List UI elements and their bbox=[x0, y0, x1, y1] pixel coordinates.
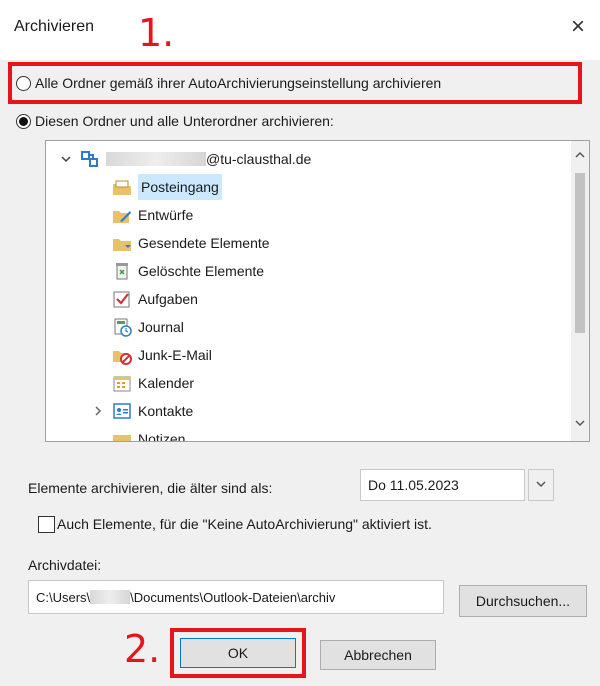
cancel-button-label: Abbrechen bbox=[344, 647, 412, 663]
tree-item-label: Gesendete Elemente bbox=[138, 235, 270, 251]
sent-folder-icon bbox=[112, 233, 132, 253]
title-bar: Archivieren 1. × bbox=[0, 0, 600, 60]
tree-scrollbar[interactable] bbox=[571, 141, 589, 441]
browse-button-label: Durchsuchen... bbox=[475, 593, 571, 609]
archive-file-label: Archivdatei: bbox=[28, 557, 102, 573]
radio-archive-this-folder[interactable]: Diesen Ordner und alle Unterordner archi… bbox=[16, 113, 334, 129]
step-2-annotation: 2. bbox=[124, 627, 161, 671]
step-1-annotation: 1. bbox=[138, 11, 175, 55]
tree-item[interactable]: Aufgaben bbox=[112, 286, 198, 312]
tree-item[interactable]: Kalender bbox=[112, 370, 194, 396]
tree-item-label: Entwürfe bbox=[138, 207, 194, 223]
scroll-down-icon[interactable] bbox=[572, 417, 588, 433]
folder-tree[interactable]: @tu-clausthal.de Posteingang Entwürfe Ge… bbox=[45, 140, 590, 442]
chevron-down-icon[interactable] bbox=[58, 153, 74, 165]
tree-item[interactable]: Junk-E-Mail bbox=[112, 342, 212, 368]
tree-item-label: Journal bbox=[138, 319, 184, 335]
scroll-up-icon[interactable] bbox=[572, 149, 588, 165]
tree-item-label: Kalender bbox=[138, 375, 195, 391]
drafts-folder-icon bbox=[112, 205, 132, 225]
tree-item-label: Gelöschte Elemente bbox=[138, 263, 265, 279]
chevron-down-icon bbox=[535, 477, 547, 493]
older-than-date-value: Do 11.05.2023 bbox=[368, 477, 459, 493]
tree-account-row[interactable]: @tu-clausthal.de bbox=[58, 146, 311, 172]
calendar-folder-icon bbox=[112, 373, 132, 393]
older-than-label: Elemente archivieren, die älter sind als… bbox=[28, 480, 273, 496]
tasks-folder-icon bbox=[112, 289, 132, 309]
scrollbar-thumb[interactable] bbox=[575, 173, 585, 333]
archive-dialog: Archivieren 1. × Alle Ordner gemäß ihrer… bbox=[0, 0, 600, 686]
deleted-folder-icon bbox=[112, 261, 132, 281]
notes-folder-icon bbox=[112, 429, 132, 441]
tree-item-label: Kontakte bbox=[138, 403, 194, 419]
tree-item-label: Junk-E-Mail bbox=[138, 347, 212, 363]
date-dropdown-button[interactable] bbox=[528, 469, 554, 501]
ok-button-label: OK bbox=[227, 645, 249, 661]
radio-button[interactable] bbox=[16, 75, 31, 91]
radio-button-selected[interactable] bbox=[16, 113, 31, 129]
radio-archive-this-label: Diesen Ordner und alle Unterordner archi… bbox=[35, 113, 334, 129]
journal-folder-icon bbox=[112, 317, 132, 337]
tree-item-label: Posteingang bbox=[138, 174, 222, 200]
older-than-date-field[interactable]: Do 11.05.2023 bbox=[360, 469, 525, 501]
archive-file-path-field[interactable]: C:\Users\ \Documents\Outlook-Dateien\arc… bbox=[28, 580, 444, 614]
junk-folder-icon bbox=[112, 345, 132, 365]
tree-item[interactable]: Kontakte bbox=[90, 398, 193, 424]
archive-path-suffix: \Documents\Outlook-Dateien\archiv bbox=[130, 589, 336, 605]
redacted-username bbox=[90, 590, 131, 604]
no-autoarchive-checkbox[interactable] bbox=[38, 516, 55, 533]
tree-item-label: Aufgaben bbox=[138, 291, 198, 307]
archive-path-prefix: C:\Users\ bbox=[36, 589, 91, 605]
tree-item[interactable]: Gesendete Elemente bbox=[112, 230, 270, 256]
radio-archive-all-folders[interactable]: Alle Ordner gemäß ihrer AutoArchivierung… bbox=[16, 75, 441, 91]
radio-archive-all-label: Alle Ordner gemäß ihrer AutoArchivierung… bbox=[35, 75, 442, 91]
chevron-right-icon[interactable] bbox=[90, 405, 106, 417]
redacted-username bbox=[106, 152, 206, 166]
close-icon[interactable]: × bbox=[565, 14, 591, 40]
tree-item[interactable]: Entwürfe bbox=[112, 202, 193, 228]
tree-item[interactable]: Notizen bbox=[112, 426, 186, 442]
tree-item[interactable]: Gelöschte Elemente bbox=[112, 258, 264, 284]
ok-button[interactable]: OK bbox=[180, 638, 296, 668]
exchange-account-icon bbox=[80, 149, 100, 169]
account-email-label: @tu-clausthal.de bbox=[206, 151, 312, 167]
inbox-folder-icon bbox=[112, 177, 132, 197]
dialog-title: Archivieren bbox=[14, 18, 95, 35]
contacts-folder-icon bbox=[112, 401, 132, 421]
tree-item[interactable]: Posteingang bbox=[112, 174, 222, 200]
browse-button[interactable]: Durchsuchen... bbox=[459, 585, 587, 617]
cancel-button[interactable]: Abbrechen bbox=[320, 640, 436, 670]
tree-item-label: Notizen bbox=[138, 431, 186, 442]
tree-item[interactable]: Journal bbox=[112, 314, 184, 340]
no-autoarchive-label: Auch Elemente, für die "Keine AutoArchiv… bbox=[57, 516, 432, 532]
